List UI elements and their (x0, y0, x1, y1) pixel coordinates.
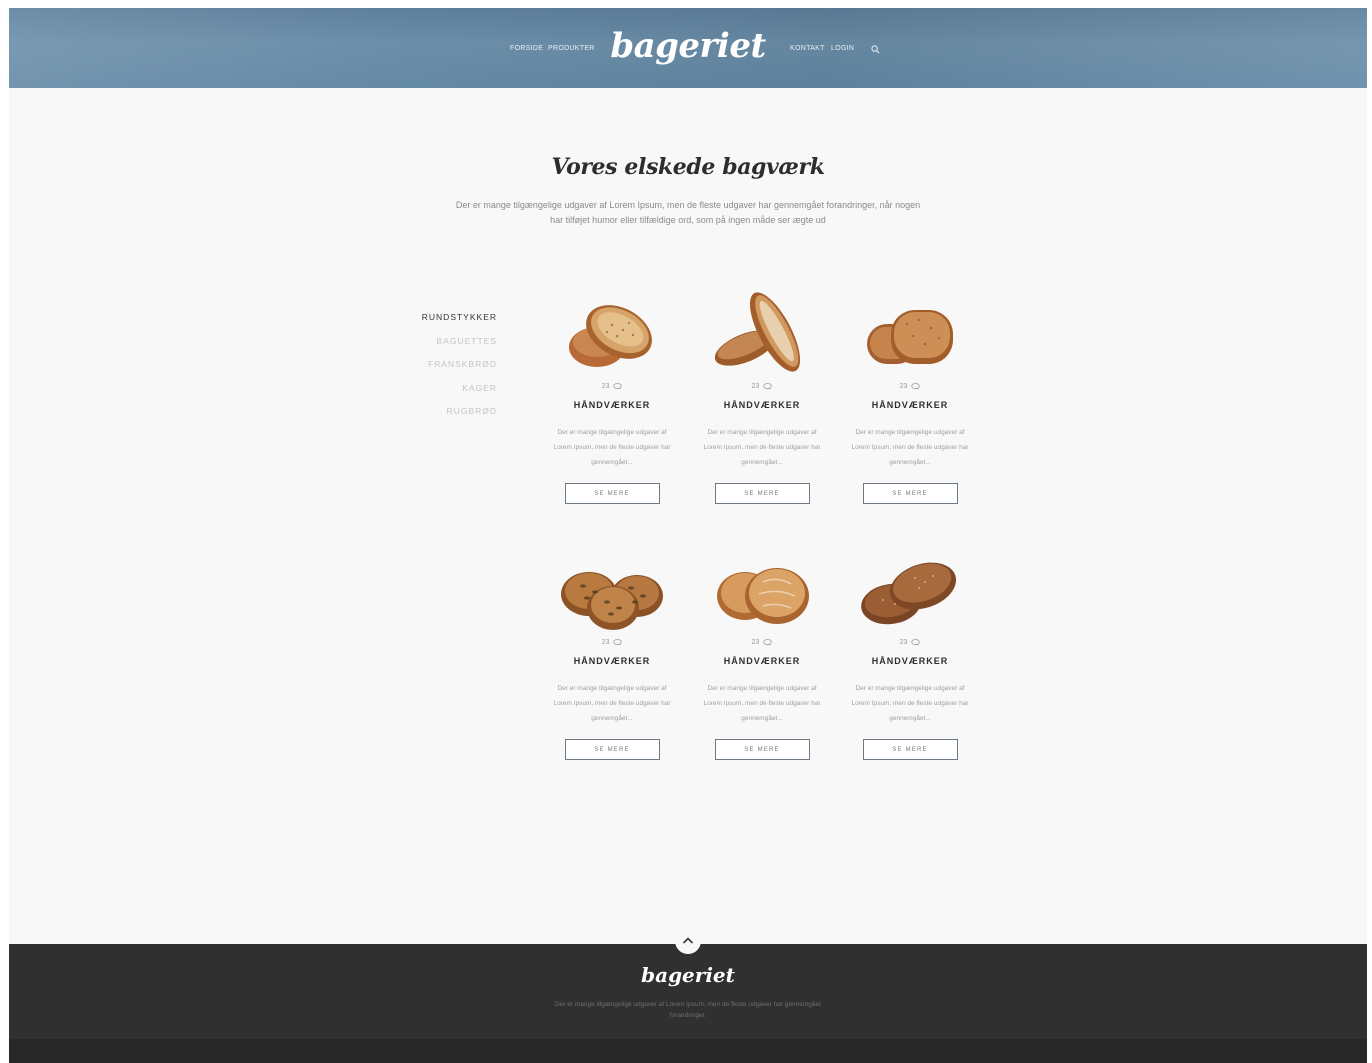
bread-image[interactable] (557, 290, 667, 382)
search-icon[interactable] (871, 45, 880, 54)
see-more-button[interactable]: SE MERE (714, 483, 810, 504)
product-card: 23 HÅNDVÆRKER Der er mange tilgængelige … (687, 546, 837, 760)
comment-icon (911, 382, 921, 390)
product-card: 23 HÅNDVÆRKER Der er mange tilgængelige … (835, 290, 985, 504)
comment-count: 23 (687, 638, 837, 648)
chevron-up-icon (682, 937, 694, 944)
product-title: HÅNDVÆRKER (723, 656, 801, 666)
nav-link-forside[interactable]: FORSIDE (510, 45, 543, 52)
product-card: 23 HÅNDVÆRKER Der er mange tilgængelige … (537, 546, 687, 760)
footer-logo[interactable]: bageriet (641, 963, 735, 987)
nav-link-kontakt[interactable]: KONTAKT (790, 45, 825, 52)
product-description: Der er mange tilgængelige udgaver af Lor… (703, 685, 821, 722)
product-description: Der er mange tilgængelige udgaver af Lor… (553, 685, 671, 722)
header: FORSIDE PRODUKTER bageriet KONTAKT LOGIN (9, 8, 1367, 88)
bread-image[interactable] (707, 290, 817, 382)
product-description: Der er mange tilgængelige udgaver af Lor… (553, 429, 671, 466)
product-title: HÅNDVÆRKER (723, 400, 801, 410)
product-description: Der er mange tilgængelige udgaver af Lor… (851, 429, 969, 466)
bread-image[interactable] (855, 546, 965, 638)
see-more-button[interactable]: SE MERE (714, 739, 810, 760)
comment-count-value: 23 (601, 383, 610, 390)
comment-count: 23 (537, 638, 687, 648)
bread-image[interactable] (557, 546, 667, 638)
product-description: Der er mange tilgængelige udgaver af Lor… (851, 685, 969, 722)
product-title: HÅNDVÆRKER (573, 656, 651, 666)
comment-count: 23 (835, 638, 985, 648)
nav-link-login[interactable]: LOGIN (831, 45, 854, 52)
see-more-button[interactable]: SE MERE (862, 483, 958, 504)
nav-link-produkter[interactable]: PRODUKTER (548, 45, 595, 52)
category-kager[interactable]: KAGER (462, 383, 497, 393)
category-rugbrod[interactable]: RUGBRØD (447, 406, 497, 416)
page: FORSIDE PRODUKTER bageriet KONTAKT LOGIN… (9, 8, 1367, 1063)
category-franskbrod[interactable]: FRANSKBRØD (428, 359, 497, 369)
logo[interactable]: bageriet (610, 26, 766, 66)
see-more-button[interactable]: SE MERE (564, 739, 660, 760)
comment-count-value: 23 (899, 383, 908, 390)
comment-icon (911, 638, 921, 646)
see-more-button[interactable]: SE MERE (564, 483, 660, 504)
bread-image[interactable] (707, 546, 817, 638)
category-rundstykker[interactable]: RUNDSTYKKER (422, 312, 497, 322)
comment-count-value: 23 (899, 639, 908, 646)
product-title: HÅNDVÆRKER (871, 656, 949, 666)
product-card: 23 HÅNDVÆRKER Der er mange tilgængelige … (835, 546, 985, 760)
product-description: Der er mange tilgængelige udgaver af Lor… (703, 429, 821, 466)
product-title: HÅNDVÆRKER (871, 400, 949, 410)
comment-count-value: 23 (751, 639, 760, 646)
bread-image[interactable] (855, 290, 965, 382)
logo-wrapper: bageriet (9, 26, 1367, 66)
comment-count: 23 (537, 382, 687, 392)
comment-icon (763, 638, 773, 646)
footer (9, 944, 1367, 1039)
comment-count-value: 23 (751, 383, 760, 390)
footer-bottom-bar (9, 1039, 1367, 1063)
footer-text: Der er mange tilgængelige udgaver af Lor… (555, 1001, 821, 1019)
comment-count: 23 (687, 382, 837, 392)
product-card: 23 HÅNDVÆRKER Der er mange tilgængelige … (537, 290, 687, 504)
comment-icon (613, 638, 623, 646)
section-title: Vores elskede bagværk (551, 154, 825, 180)
product-title: HÅNDVÆRKER (573, 400, 651, 410)
scroll-top-button[interactable] (675, 928, 701, 954)
category-baguettes[interactable]: BAGUETTES (437, 336, 497, 346)
product-card: 23 HÅNDVÆRKER Der er mange tilgængelige … (687, 290, 837, 504)
comment-icon (613, 382, 623, 390)
comment-icon (763, 382, 773, 390)
section-intro: Der er mange tilgængelige udgaver af Lor… (455, 200, 921, 225)
comment-count: 23 (835, 382, 985, 392)
comment-count-value: 23 (601, 639, 610, 646)
see-more-button[interactable]: SE MERE (862, 739, 958, 760)
